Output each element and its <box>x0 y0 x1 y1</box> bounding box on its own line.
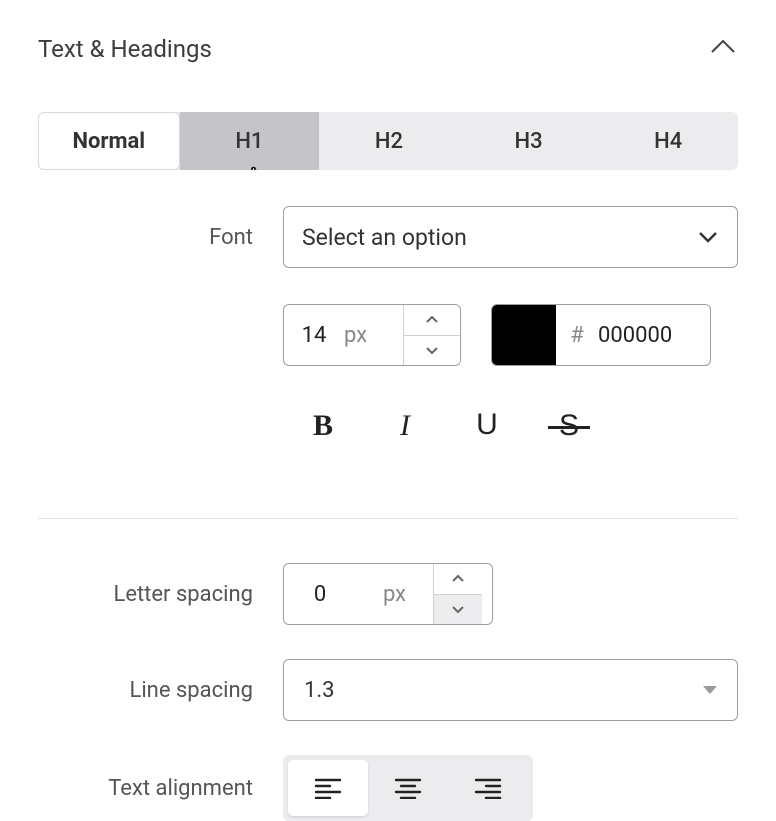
divider <box>38 518 738 519</box>
tab-h4[interactable]: H4 <box>598 112 738 170</box>
letter-spacing-unit: px <box>356 564 434 624</box>
font-size-decrease[interactable] <box>404 335 460 366</box>
font-family-value: Select an option <box>302 224 467 251</box>
font-color-picker[interactable]: # 000000 <box>491 304 711 366</box>
line-spacing-label: Line spacing <box>38 678 283 703</box>
text-headings-panel: Text & Headings Normal H1 H2 H3 H4 Font … <box>0 0 776 821</box>
italic-button[interactable]: I <box>387 408 423 444</box>
align-left-button[interactable] <box>288 760 368 816</box>
letter-spacing-value[interactable]: 0 <box>284 564 356 624</box>
letter-spacing-row: Letter spacing 0 px <box>38 563 738 625</box>
font-size-unit: px <box>344 305 404 365</box>
font-label: Font <box>38 225 283 250</box>
letter-spacing-increase[interactable] <box>434 564 482 594</box>
font-family-select[interactable]: Select an option <box>283 206 738 268</box>
tab-h3[interactable]: H3 <box>459 112 599 170</box>
underline-button[interactable]: U <box>469 408 505 444</box>
font-row: Font Select an option <box>38 206 738 268</box>
collapse-button[interactable] <box>708 32 738 66</box>
bold-button[interactable]: B <box>305 408 341 444</box>
font-size-stepper[interactable]: 14 px <box>283 304 461 366</box>
letter-spacing-label: Letter spacing <box>38 582 283 607</box>
section-title: Text & Headings <box>38 35 212 63</box>
align-center-icon <box>394 777 422 799</box>
font-size-increase[interactable] <box>404 305 460 335</box>
heading-tabs: Normal H1 H2 H3 H4 <box>38 112 738 170</box>
font-size-value[interactable]: 14 <box>284 305 344 365</box>
letter-spacing-decrease[interactable] <box>434 594 482 625</box>
strike-bar-icon <box>548 426 590 429</box>
section-header: Text & Headings <box>38 32 738 66</box>
font-size-color-row: 14 px # 000000 <box>38 286 738 366</box>
text-alignment-label: Text alignment <box>38 776 283 801</box>
text-alignment-row: Text alignment <box>38 755 738 821</box>
chevron-up-icon <box>451 574 465 583</box>
chevron-down-icon <box>451 605 465 614</box>
chevron-down-icon <box>697 226 719 248</box>
tab-normal[interactable]: Normal <box>38 112 180 170</box>
color-swatch[interactable] <box>492 305 556 365</box>
align-right-icon <box>474 777 502 799</box>
align-right-button[interactable] <box>448 760 528 816</box>
tab-h1[interactable]: H1 <box>180 112 320 170</box>
dropdown-triangle-icon <box>703 686 717 694</box>
chevron-up-icon <box>708 32 738 62</box>
hex-value[interactable]: 000000 <box>598 323 710 348</box>
chevron-up-icon <box>425 315 439 324</box>
strikethrough-button[interactable]: S <box>551 408 587 444</box>
align-center-button[interactable] <box>368 760 448 816</box>
align-left-icon <box>314 777 342 799</box>
line-spacing-row: Line spacing 1.3 <box>38 659 738 721</box>
hex-hash: # <box>556 323 598 348</box>
tab-h2[interactable]: H2 <box>319 112 459 170</box>
letter-spacing-stepper[interactable]: 0 px <box>283 563 493 625</box>
text-align-group <box>283 755 533 821</box>
line-spacing-select[interactable]: 1.3 <box>283 659 738 721</box>
underline-glyph: U <box>476 408 498 442</box>
line-spacing-value: 1.3 <box>304 678 335 703</box>
text-style-row: B I U S <box>38 384 738 500</box>
chevron-down-icon <box>425 346 439 355</box>
